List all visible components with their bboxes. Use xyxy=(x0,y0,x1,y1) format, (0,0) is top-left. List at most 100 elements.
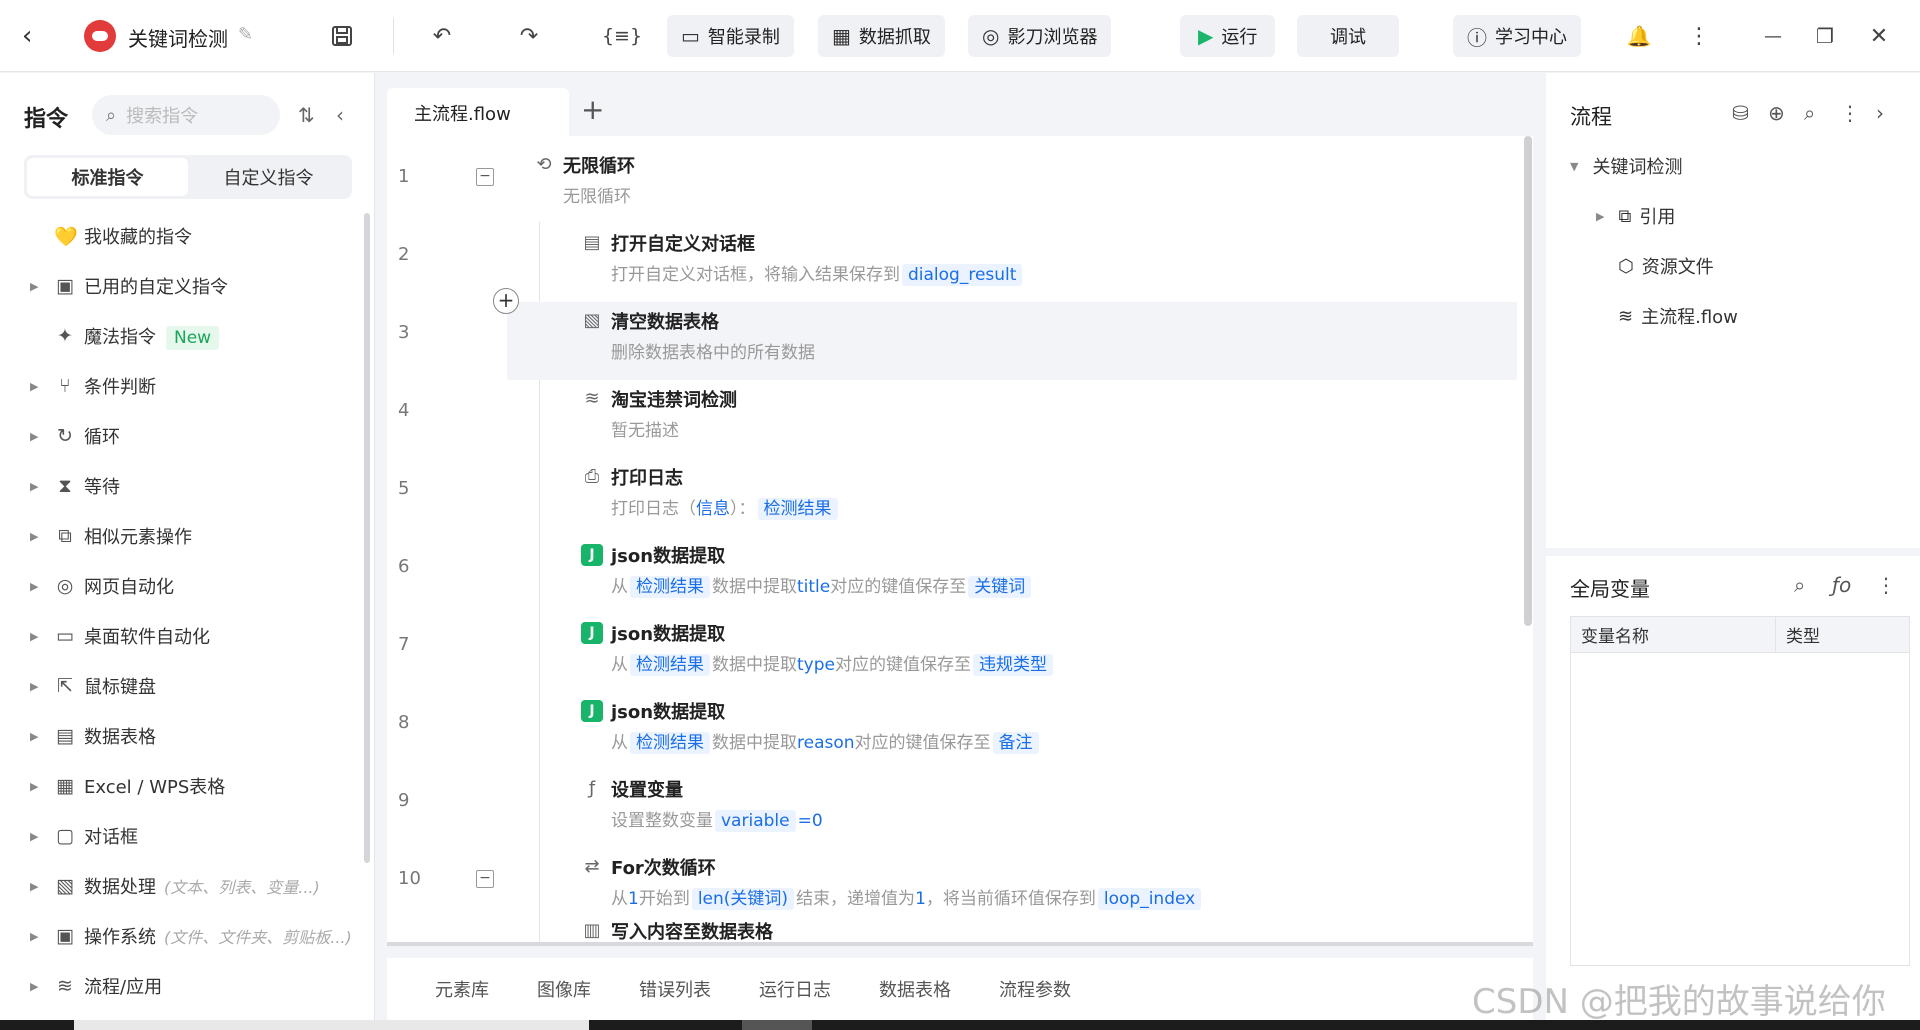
step-icon: ≋ xyxy=(584,388,600,409)
search-icon[interactable]: ⌕ xyxy=(1804,101,1815,125)
more-icon[interactable]: ⋮ xyxy=(1682,20,1716,52)
data-capture-button[interactable]: ▦ 数据抓取 xyxy=(818,15,945,57)
tree-item-main-flow[interactable]: ≋ 主流程.flow xyxy=(1618,303,1738,329)
command-list: 💛 我收藏的指令 ▶ ▣ 已用的自定义指令 ✦ 魔法指令 New ▶ ⑂ 条件判断 ▶ ↻ 循环 ▶ ⧗ 等待 ▶… xyxy=(0,211,365,1011)
debug-button[interactable]: 调试 xyxy=(1297,15,1399,57)
browser-button[interactable]: ◎ 影刀浏览器 xyxy=(968,15,1112,57)
save-icon[interactable] xyxy=(325,20,359,52)
help-icon: ⓘ xyxy=(1467,25,1487,50)
minimize-icon[interactable]: — xyxy=(1756,20,1790,52)
smart-record-button[interactable]: ▭ 智能录制 xyxy=(667,15,794,57)
step-description: 打开自定义对话框，将输入结果保存到 dialog_result xyxy=(611,260,1024,286)
add-flow-icon[interactable]: ⛁ xyxy=(1732,101,1749,125)
maximize-icon[interactable]: ❐ xyxy=(1808,20,1842,52)
sidebar-item[interactable]: ▶ ↻ 循环 xyxy=(0,411,365,461)
bottom-tab[interactable]: 运行日志 xyxy=(759,976,831,1002)
sidebar-item[interactable]: ▶ ▣ 已用的自定义指令 xyxy=(0,261,365,311)
search-placeholder: 搜索指令 xyxy=(126,106,199,127)
fold-toggle-icon[interactable]: − xyxy=(476,870,494,888)
sidebar-item[interactable]: ▶ ▧ 数据处理 (文本、列表、变量...) xyxy=(0,861,365,911)
tree-root[interactable]: ▼ 关键词检测 xyxy=(1570,153,1682,179)
function-icon[interactable]: ƒo xyxy=(1832,573,1851,597)
tree-item-resources[interactable]: ⬡ 资源文件 xyxy=(1618,253,1714,279)
tree-item-reference[interactable]: ▶ ⧉ 引用 xyxy=(1596,203,1675,229)
sidebar-item[interactable]: ▶ ▤ 数据表格 xyxy=(0,711,365,761)
sidebar-item[interactable]: ▶ ◎ 网页自动化 xyxy=(0,561,365,611)
add-tab-icon[interactable]: + xyxy=(581,93,604,126)
back-icon[interactable]: ‹ xyxy=(22,22,46,50)
redo-icon[interactable]: ↷ xyxy=(512,20,546,52)
flow-step[interactable]: ⟲ 无限循环 无限循环 xyxy=(507,146,1517,224)
chevron-right-icon[interactable]: › xyxy=(1876,101,1884,125)
line-number: 7 xyxy=(398,634,410,655)
step-icon: ƒ xyxy=(588,778,596,799)
sidebar-item-label: 桌面软件自动化 xyxy=(84,627,210,648)
code-icon[interactable]: {≡} xyxy=(600,20,644,52)
sidebar-item[interactable]: ▶ ▢ 对话框 xyxy=(0,811,365,861)
category-icon: ▦ xyxy=(56,775,74,797)
sidebar-item[interactable]: ▶ ⧉ 相似元素操作 xyxy=(0,511,365,561)
bottom-tab[interactable]: 元素库 xyxy=(435,976,489,1002)
step-title: json数据提取 xyxy=(611,702,726,723)
expand-arrow-icon: ▶ xyxy=(30,579,39,593)
flow-step[interactable]: ƒ 设置变量 设置整数变量 variable =0 xyxy=(507,770,1517,848)
sidebar-item[interactable]: ▶ ▣ 操作系统 (文件、文件夹、剪贴板...) xyxy=(0,911,365,961)
sidebar-item[interactable]: ▶ ⧗ 等待 xyxy=(0,461,365,511)
bottom-tab[interactable]: 错误列表 xyxy=(639,976,711,1002)
sidebar-item-label: 魔法指令 New xyxy=(84,323,220,350)
search-input[interactable]: ⌕ 搜索指令 xyxy=(92,95,280,135)
flow-editor-area: 主流程.flow + 1−2 3 4 5 6 7 8 9 10− ⟲ 无限循环 无限循环 ▤ 打开自定义… xyxy=(387,85,1533,946)
insert-step-icon[interactable]: + xyxy=(493,288,519,314)
sidebar-item[interactable]: ▶ ▭ 桌面软件自动化 xyxy=(0,611,365,661)
expand-arrow-icon: ▶ xyxy=(30,279,39,293)
tab-custom[interactable]: 自定义指令 xyxy=(188,158,349,196)
flow-step[interactable]: ▤ 打开自定义对话框 打开自定义对话框，将输入结果保存到 dialog_result xyxy=(507,224,1517,302)
category-icon: ✦ xyxy=(57,325,73,347)
app-title: 关键词检测 xyxy=(128,27,228,51)
collapse-icon[interactable]: ‹ xyxy=(336,103,344,127)
more-icon[interactable]: ⋮ xyxy=(1876,573,1896,597)
flow-step-partial[interactable]: ▥ 写入内容至数据表格 xyxy=(507,912,1517,943)
scrollbar[interactable] xyxy=(364,213,370,863)
bottom-tab[interactable]: 数据表格 xyxy=(879,976,951,1002)
close-icon[interactable]: ✕ xyxy=(1862,20,1896,52)
bell-icon[interactable]: 🔔 xyxy=(1622,20,1656,52)
sidebar-item[interactable]: 💛 我收藏的指令 xyxy=(0,211,365,261)
more-icon[interactable]: ⋮ xyxy=(1840,101,1860,125)
search-icon[interactable]: ⌕ xyxy=(1794,573,1805,597)
file-tabbar: 主流程.flow + xyxy=(387,85,1533,138)
sidebar-item[interactable]: ▶ ▦ Excel / WPS表格 xyxy=(0,761,365,811)
sidebar-item[interactable]: ▶ ≋ 流程/应用 xyxy=(0,961,365,1011)
global-vars-title: 全局变量 xyxy=(1570,577,1650,601)
vertical-scrollbar[interactable] xyxy=(1524,136,1532,626)
sidebar-item[interactable]: ▶ ⇱ 鼠标键盘 xyxy=(0,661,365,711)
flow-step[interactable]: Jjson数据提取从检测结果 数据中提取type对应的键值保存至 违规类型 xyxy=(507,614,1517,692)
step-icon: J xyxy=(581,622,603,644)
sort-icon[interactable]: ⇅ xyxy=(298,103,315,127)
flow-step[interactable]: ≋ 淘宝违禁词检测 暂无描述 xyxy=(507,380,1517,458)
tree-item-label: 引用 xyxy=(1639,207,1676,228)
expand-arrow-icon: ▶ xyxy=(30,379,39,393)
sidebar-item[interactable]: ▶ ⑂ 条件判断 xyxy=(0,361,365,411)
bottom-tab[interactable]: 图像库 xyxy=(537,976,591,1002)
sidebar-item-label: 我收藏的指令 xyxy=(84,227,192,248)
column-header-type: 类型 xyxy=(1786,627,1820,647)
undo-icon[interactable]: ↶ xyxy=(425,20,459,52)
expand-arrow-icon: ▶ xyxy=(30,979,39,993)
flow-step[interactable]: Jjson数据提取从检测结果 数据中提取reason对应的键值保存至 备注 xyxy=(507,692,1517,770)
edit-name-icon[interactable]: ✎ xyxy=(238,24,253,45)
sidebar-item[interactable]: ✦ 魔法指令 New xyxy=(0,311,365,361)
flow-step[interactable]: ▧ 清空数据表格 删除数据表格中的所有数据 xyxy=(507,302,1517,380)
tab-standard[interactable]: 标准指令 xyxy=(27,158,188,196)
add-subflow-icon[interactable]: ⊕ xyxy=(1768,101,1785,125)
flow-step[interactable]: ⎙ 打印日志 打印日志（信息）： 检测结果 xyxy=(507,458,1517,536)
learn-center-button[interactable]: ⓘ 学习中心 xyxy=(1453,15,1581,57)
step-title: 打印日志 xyxy=(611,468,683,489)
tab-main-flow[interactable]: 主流程.flow xyxy=(387,88,569,138)
horizontal-scrollbar[interactable] xyxy=(387,942,1533,946)
expand-arrow-icon: ▶ xyxy=(1596,209,1605,223)
run-button[interactable]: ▶ 运行 xyxy=(1180,15,1276,57)
flow-step[interactable]: Jjson数据提取从检测结果 数据中提取title对应的键值保存至 关键词 xyxy=(507,536,1517,614)
fold-toggle-icon[interactable]: − xyxy=(476,168,494,186)
bottom-tab[interactable]: 流程参数 xyxy=(999,976,1071,1002)
